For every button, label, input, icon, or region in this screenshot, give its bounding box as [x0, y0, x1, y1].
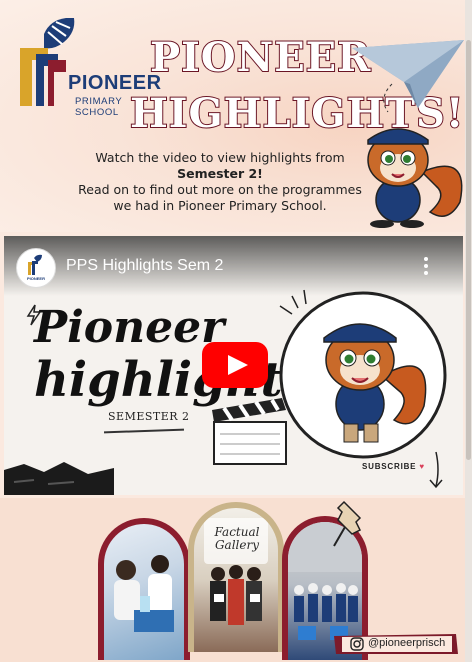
thumbnail-title-line1: Pioneer — [34, 302, 225, 353]
intro-line1: Watch the video to view highlights from — [95, 150, 345, 165]
intro-bold: Semester 2! — [177, 166, 263, 181]
youtube-play-icon[interactable] — [202, 342, 268, 388]
students-experiment-image — [114, 555, 174, 632]
instagram-handle-text: @pioneerprisch — [368, 637, 446, 649]
instagram-handle[interactable]: @pioneerprisch — [332, 632, 460, 656]
header-banner: PIONEER PRIMARY SCHOOL PIONEER HIGHLIGHT… — [0, 0, 472, 232]
thumbnail-subtitle: SEMESTER 2 — [108, 410, 190, 423]
channel-avatar[interactable]: PIONEER — [16, 248, 56, 288]
photo-frame-1 — [98, 518, 190, 660]
heart-icon: ♥ — [419, 462, 425, 471]
video-title[interactable]: PPS Highlights Sem 2 — [66, 257, 223, 275]
avatar-text: PIONEER — [27, 276, 45, 281]
subscribe-label: SUBSCRIBE ♥ — [362, 462, 425, 471]
youtube-video-embed[interactable]: Pioneer highlights SEMESTER 2 SUBSCRIBE … — [4, 236, 463, 495]
mascot-circle-frame — [279, 289, 447, 459]
photo-gallery: Factual Gallery @pioneerprisch — [0, 498, 472, 662]
push-pin-icon — [333, 500, 362, 547]
page-title-line2: HIGHLIGHTS! — [129, 89, 465, 138]
photo-science-activity — [104, 524, 184, 660]
intro-text: Watch the video to view highlights from … — [72, 150, 368, 214]
photo-caption: Factual Gallery — [214, 525, 260, 552]
pioneer-logo-small-icon: PIONEER — [27, 254, 45, 281]
subscribe-text: SUBSCRIBE — [362, 462, 417, 471]
paper-plane-icon — [352, 40, 464, 113]
page-title-line1: PIONEER — [149, 33, 372, 82]
squirrel-mascot-icon — [367, 128, 463, 228]
thumbnail-underline — [103, 428, 185, 434]
grunge-texture-decoration — [4, 462, 114, 495]
scrollbar-thumb[interactable] — [466, 40, 471, 460]
clapperboard-icon — [212, 398, 287, 465]
arrow-down-icon — [429, 451, 443, 489]
instagram-icon — [350, 637, 364, 651]
more-vertical-icon[interactable] — [416, 254, 436, 278]
intro-line2: Read on to find out more on the programm… — [78, 182, 362, 213]
